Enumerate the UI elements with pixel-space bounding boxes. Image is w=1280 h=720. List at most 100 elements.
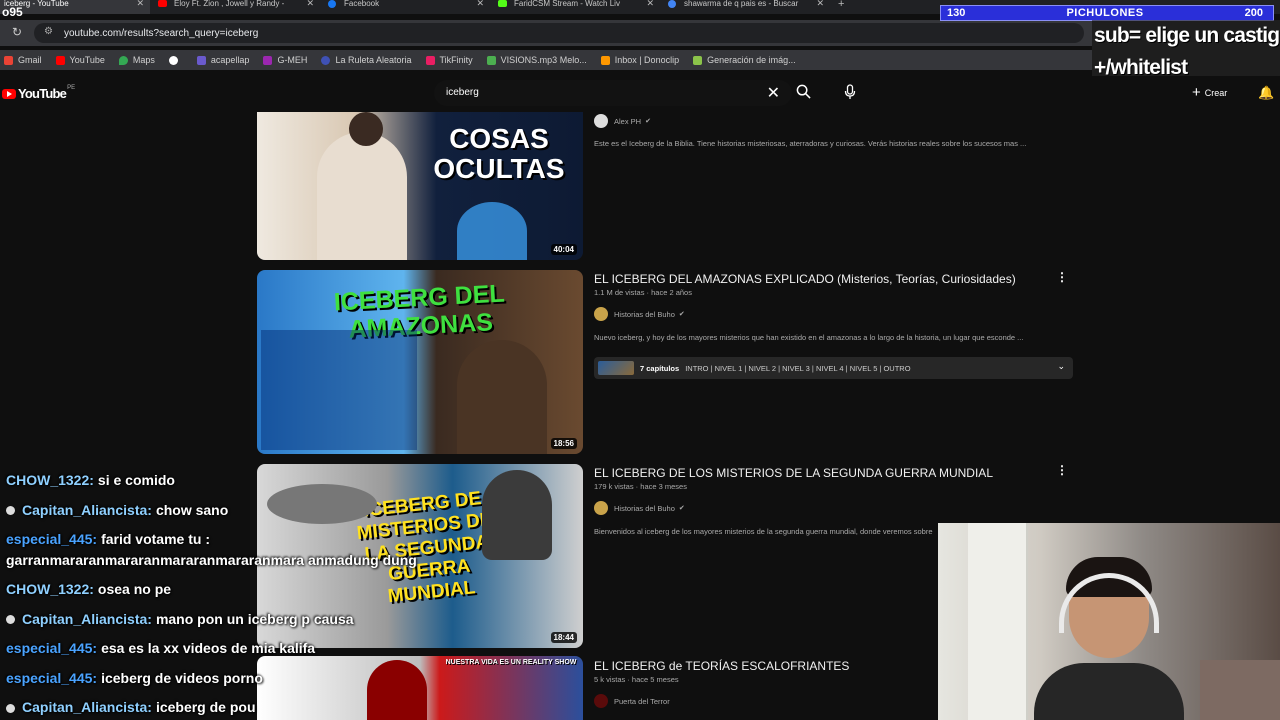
chat-username: Capitan_Aliancista: xyxy=(22,699,152,715)
rule-line-1: sub= elige un castigo xyxy=(1094,24,1280,47)
site-info-icon[interactable]: ⚙ xyxy=(44,26,53,37)
bookmark-maps[interactable]: Maps xyxy=(118,55,155,65)
goal-label: PICHULONES xyxy=(1066,7,1144,19)
bookmark-tikfinity[interactable]: TikFinity xyxy=(425,55,473,65)
chat-message: especial_445: iceberg de videos porno xyxy=(6,664,526,694)
chat-message: especial_445: farid votame tu : garranmara… xyxy=(6,525,526,575)
channel-row[interactable]: Puerta del Terror xyxy=(594,694,670,708)
create-button[interactable]: + Crear xyxy=(1192,84,1227,101)
chat-username: Capitan_Aliancista: xyxy=(22,610,152,627)
bookmark-gmail[interactable]: Gmail xyxy=(4,55,42,65)
url-text: youtube.com/results?search_query=iceberg xyxy=(64,28,259,39)
thumbnail-text: COSAS OCULTAS xyxy=(433,123,565,184)
video-duration: 18:56 xyxy=(550,438,577,449)
close-tab-icon[interactable]: ✕ xyxy=(646,0,654,8)
clear-search-icon[interactable]: ✕ xyxy=(767,83,780,103)
screen: iceberg - YouTube ✕ Eloy Ft. Zion , Jowe… xyxy=(0,0,1280,720)
video-duration: 18:44 xyxy=(550,632,577,643)
youtube-logo[interactable]: YouTube PE xyxy=(2,85,75,101)
tikfinity-icon xyxy=(425,55,435,65)
background-door xyxy=(968,523,1028,720)
ruleta-icon xyxy=(321,55,331,65)
video-description: Bienvenidos al iceberg de los mayores mi… xyxy=(594,527,933,536)
image-gen-icon xyxy=(693,55,703,65)
microphone-icon[interactable] xyxy=(844,84,856,100)
chevron-down-icon[interactable]: ⌄ xyxy=(1057,361,1065,372)
video-title[interactable]: EL ICEBERG DEL AMAZONAS EXPLICADO (Miste… xyxy=(594,272,1016,286)
omnibox[interactable]: ⚙ youtube.com/results?search_query=icebe… xyxy=(34,23,1084,43)
bookmark-ruleta[interactable]: La Ruleta Aleatoria xyxy=(321,55,412,65)
tab-search-shawarma[interactable]: shawarma de q pais es - Buscar ✕ xyxy=(660,0,830,14)
channel-avatar xyxy=(594,694,608,708)
chat-message: Capitan_Aliancista: chow sano xyxy=(6,496,526,526)
bookmark-unnamed[interactable] xyxy=(168,55,183,65)
tab-facebook[interactable]: Facebook ✕ xyxy=(320,0,490,14)
chat-message: Capitan_Aliancista: mano pon un iceberg p… xyxy=(6,605,526,635)
tab-kick-stream[interactable]: FaridCSM Stream - Watch Liv ✕ xyxy=(490,0,660,14)
channel-row[interactable]: Historias del Buho ✔ xyxy=(594,307,685,321)
more-options-icon[interactable]: ⋮ xyxy=(1056,463,1068,477)
stream-counter: o95 xyxy=(2,5,23,19)
badge-icon xyxy=(6,703,15,713)
video-thumbnail-amazonas[interactable]: ICEBERG DEL AMAZONAS 18:56 xyxy=(257,270,583,454)
goal-target: 200 xyxy=(1244,7,1263,19)
channel-row[interactable]: Alex PH ✔ xyxy=(594,114,651,128)
video-meta: 179 k vistas · hace 3 meses xyxy=(594,482,687,491)
acapella-icon xyxy=(196,55,206,65)
facebook-favicon-icon xyxy=(328,0,336,8)
close-tab-icon[interactable]: ✕ xyxy=(816,0,824,8)
drive-icon xyxy=(486,55,496,65)
search-input[interactable]: iceberg xyxy=(446,87,479,98)
tab-title: Facebook xyxy=(344,0,380,8)
close-tab-icon[interactable]: ✕ xyxy=(136,0,144,8)
bookmark-visions[interactable]: VISIONS.mp3 Melo... xyxy=(486,55,587,65)
chapter-thumbnail xyxy=(598,361,634,375)
video-title[interactable]: EL ICEBERG de TEORÍAS ESCALOFRIANTES xyxy=(594,659,849,673)
close-tab-icon[interactable]: ✕ xyxy=(476,0,484,8)
bookmark-gmeh[interactable]: G-MEH xyxy=(263,55,307,65)
figure-head-shape xyxy=(349,112,383,146)
notifications-bell-icon[interactable]: 🔔 xyxy=(1258,85,1274,101)
bookmark-youtube[interactable]: YouTube xyxy=(55,55,105,65)
reload-icon[interactable]: ↻ xyxy=(12,25,22,39)
close-tab-icon[interactable]: ✕ xyxy=(306,0,314,8)
video-title[interactable]: EL ICEBERG DE LOS MISTERIOS DE LA SEGUND… xyxy=(594,466,993,480)
search-button-icon[interactable] xyxy=(796,84,811,102)
bookmark-image-gen[interactable]: Generación de imág... xyxy=(693,55,796,65)
plus-icon: + xyxy=(1192,84,1201,101)
bookmark-donoclip[interactable]: Inbox | Donoclip xyxy=(600,55,679,65)
badge-icon xyxy=(6,506,15,516)
more-options-icon[interactable]: ⋮ xyxy=(1056,270,1068,284)
channel-name: Puerta del Terror xyxy=(614,696,670,706)
chat-username: especial_445: xyxy=(6,531,98,547)
chat-text: iceberg de pou xyxy=(155,699,256,715)
kick-favicon-icon xyxy=(498,0,507,7)
badge-icon xyxy=(6,615,15,625)
gmeh-icon xyxy=(263,55,273,65)
chat-text-continued: garranmararanmararanmararanmararanmara a… xyxy=(6,552,417,568)
chat-text: farid votame tu : xyxy=(101,531,210,547)
channel-row[interactable]: Historias del Buho ✔ xyxy=(594,501,685,515)
chapters-row[interactable]: 7 capítulos INTRO | NIVEL 1 | NIVEL 2 | … xyxy=(594,357,1073,379)
stream-chat-overlay: CHOW_1322: si e comido Capitan_Aliancista… xyxy=(6,466,526,720)
youtube-favicon-icon xyxy=(158,0,167,7)
chat-text: chow sano xyxy=(155,501,229,518)
bookmark-acapellap[interactable]: acapellap xyxy=(196,55,249,65)
channel-avatar xyxy=(594,501,608,515)
chat-text: iceberg de videos porno xyxy=(101,669,263,686)
tab-title: Eloy Ft. Zion , Jowell y Randy - xyxy=(174,0,285,8)
channel-name: Alex PH xyxy=(614,116,642,126)
verified-check-icon: ✔ xyxy=(678,505,685,512)
search-box[interactable]: iceberg ✕ xyxy=(434,80,792,106)
maps-pin-icon xyxy=(118,55,128,65)
channel-avatar xyxy=(594,307,608,321)
tab-eloy-song[interactable]: Eloy Ft. Zion , Jowell y Randy - ✕ xyxy=(150,0,320,14)
address-bar-row: ↻ ⚙ youtube.com/results?search_query=ice… xyxy=(0,20,1092,46)
donoclip-icon xyxy=(600,55,610,65)
channel-name: Historias del Buho xyxy=(614,309,675,319)
new-tab-button[interactable]: + xyxy=(830,0,844,14)
streamer-shirt xyxy=(1034,663,1184,720)
youtube-icon xyxy=(55,55,65,65)
video-thumbnail-bible-iceberg[interactable]: COSAS OCULTAS 40:04 xyxy=(257,112,583,260)
video-description: Nuevo iceberg, y hoy de los mayores mist… xyxy=(594,333,1024,342)
